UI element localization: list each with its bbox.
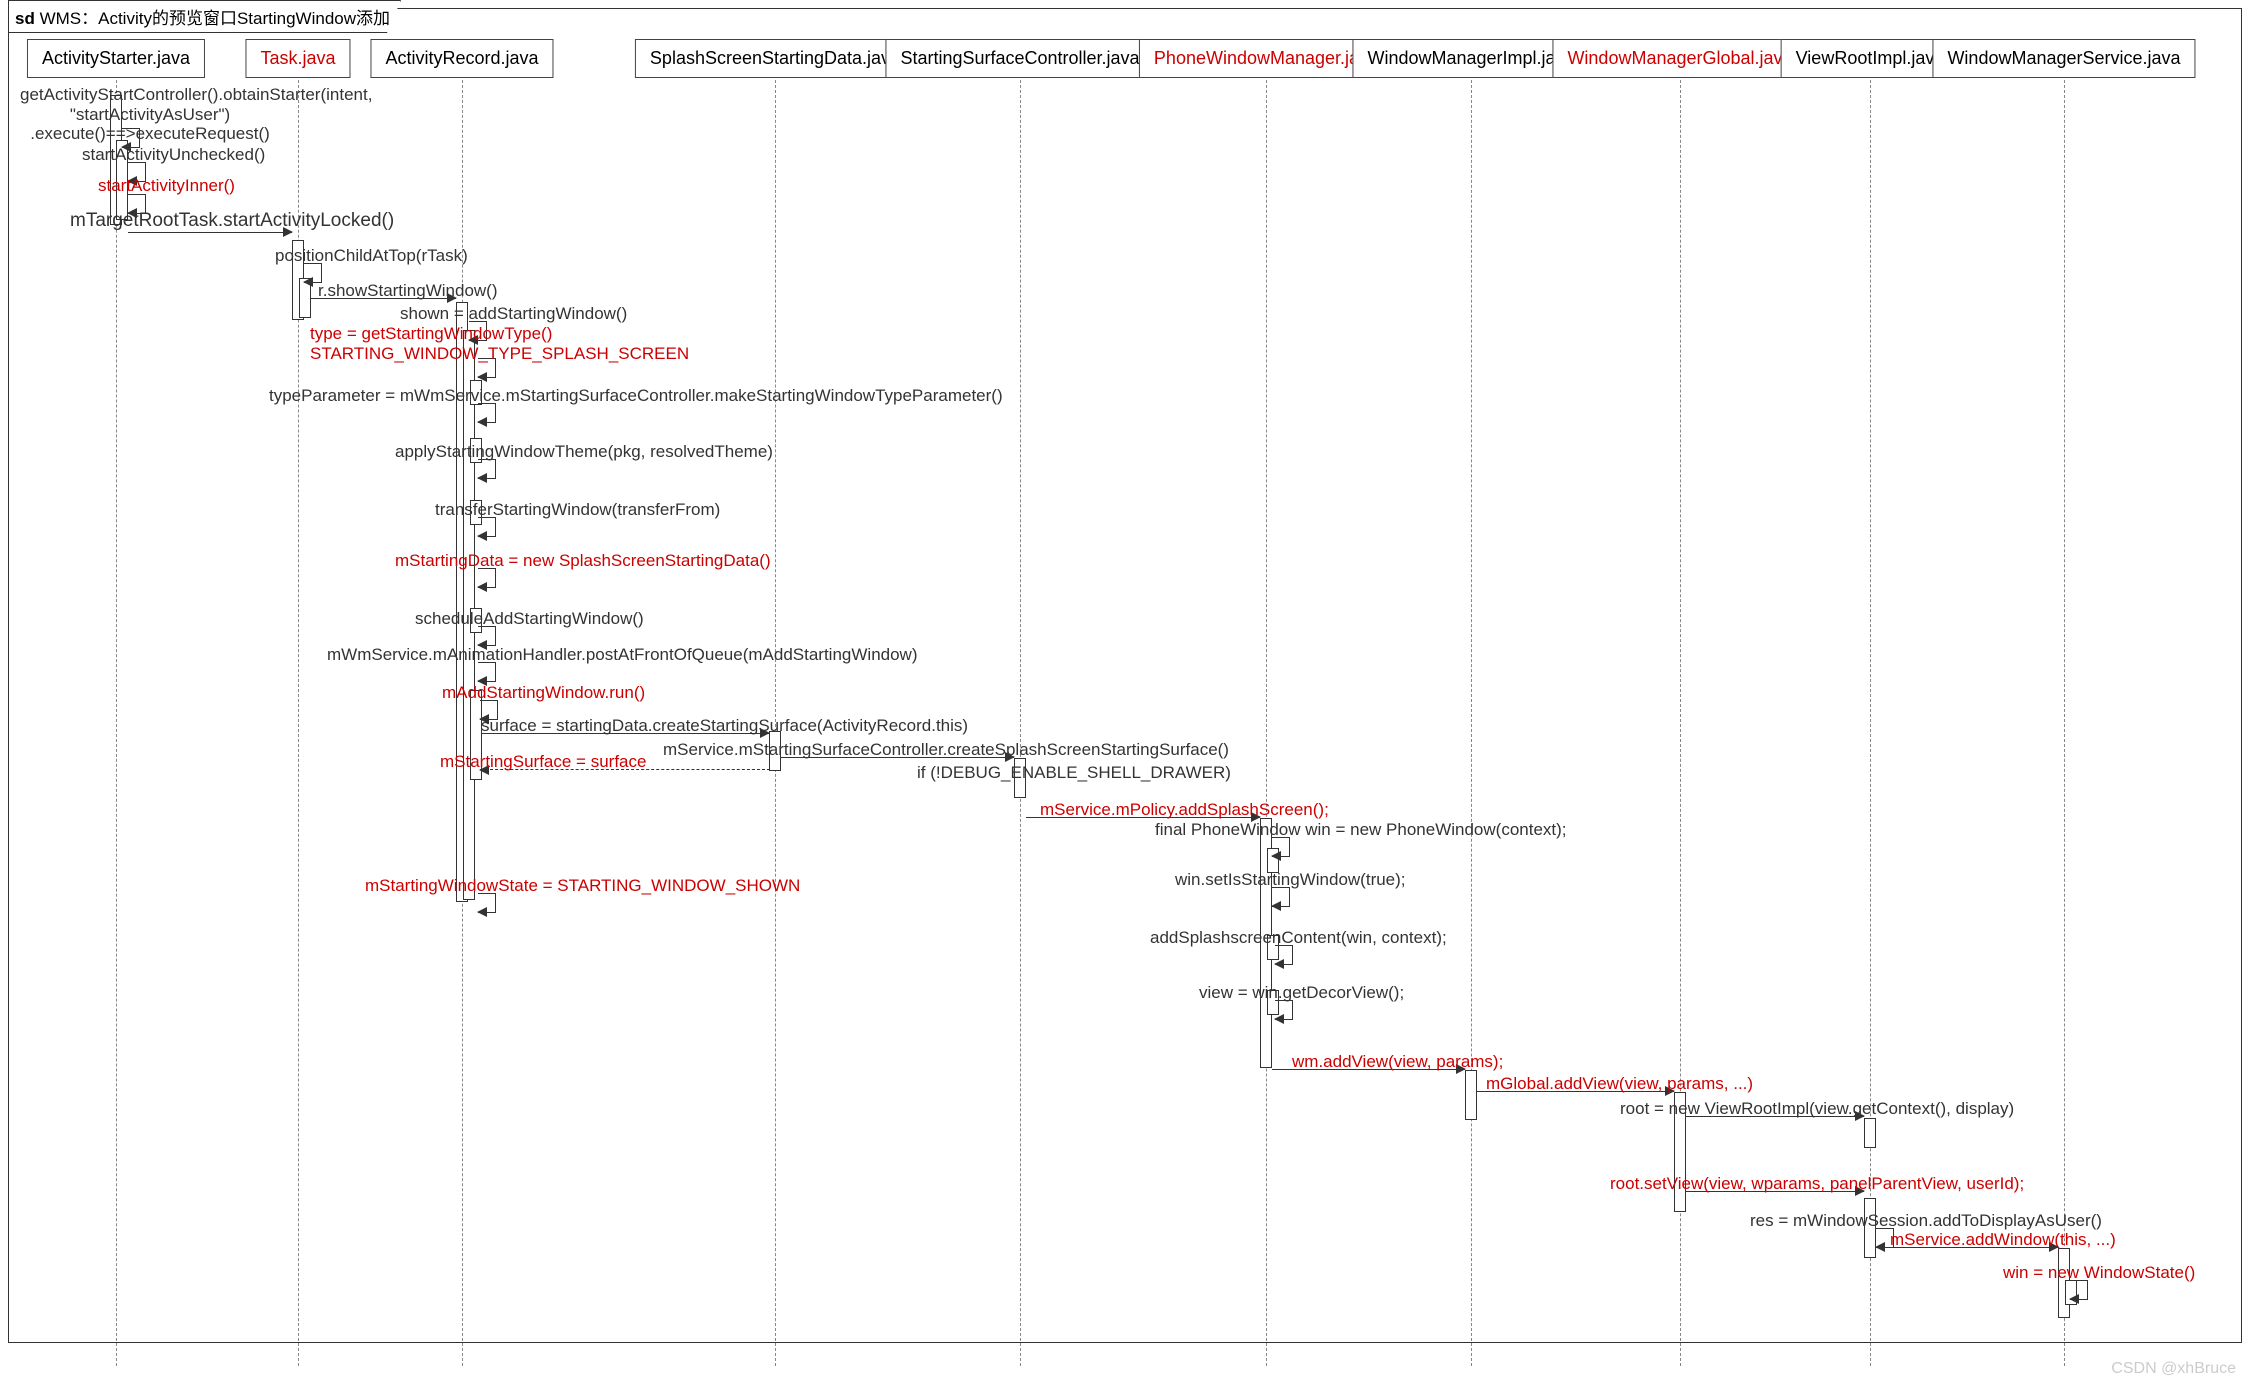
participant-activity-record: ActivityRecord.java bbox=[370, 39, 553, 78]
participant-splash-data: SplashScreenStartingData.java bbox=[635, 39, 915, 78]
msg11: transferStartingWindow(transferFrom) bbox=[435, 500, 720, 520]
msg10: applyStartingWindowTheme(pkg, resolvedTh… bbox=[395, 442, 773, 462]
msg8: type = getStartingWindowType() STARTING_… bbox=[310, 324, 689, 364]
self10 bbox=[478, 459, 496, 479]
watermark: CSDN @xhBruce bbox=[2111, 1360, 2236, 1378]
msg26: root.setView(view, wparams, panelParentV… bbox=[1610, 1174, 2024, 1194]
msg30: mStartingSurface = surface bbox=[440, 752, 646, 772]
msg14: mWmService.mAnimationHandler.postAtFront… bbox=[327, 645, 918, 665]
msg3: startActivityInner() bbox=[98, 176, 235, 196]
lifeline-phone-window-mgr bbox=[1266, 70, 1267, 1366]
self13 bbox=[478, 626, 496, 646]
self9 bbox=[478, 403, 496, 423]
self20 bbox=[1272, 887, 1290, 907]
lifeline-window-mgr-service bbox=[2064, 70, 2065, 1366]
participant-task: Task.java bbox=[245, 39, 350, 78]
msg28: mService.addWindow(this, ...) bbox=[1890, 1230, 2116, 1250]
title-prefix: sd bbox=[15, 9, 35, 28]
msg29: win = new WindowState() bbox=[2003, 1263, 2195, 1283]
msg27: res = mWindowSession.addToDisplayAsUser(… bbox=[1750, 1211, 2102, 1231]
msg9: typeParameter = mWmService.mStartingSurf… bbox=[269, 386, 1003, 406]
self31 bbox=[478, 893, 496, 913]
participant-activity-starter: ActivityStarter.java bbox=[27, 39, 205, 78]
msg16: surface = startingData.createStartingSur… bbox=[481, 716, 968, 736]
msg12: mStartingData = new SplashScreenStarting… bbox=[395, 551, 771, 571]
msg5: positionChildAtTop(rTask) bbox=[275, 246, 468, 266]
self12 bbox=[478, 568, 496, 588]
msg15: mAddStartingWindow.run() bbox=[442, 683, 645, 703]
participant-surface-controller: StartingSurfaceController.java bbox=[885, 39, 1154, 78]
msg22: view = win.getDecorView(); bbox=[1199, 983, 1404, 1003]
msg2: startActivityUnchecked() bbox=[82, 145, 265, 165]
self14 bbox=[478, 662, 496, 682]
self5 bbox=[304, 263, 322, 283]
msg23: wm.addView(view, params); bbox=[1292, 1052, 1503, 1072]
diagram-frame bbox=[8, 8, 2242, 1343]
msg17: mService.mStartingSurfaceController.crea… bbox=[663, 740, 1229, 760]
lifeline-window-mgr-impl bbox=[1471, 70, 1472, 1366]
diagram-title: sd WMS：Activity的预览窗口StartingWindow添加 bbox=[8, 0, 401, 33]
self22 bbox=[1275, 1000, 1293, 1020]
act-wmi bbox=[1465, 1070, 1477, 1120]
arr4 bbox=[128, 232, 292, 233]
self11 bbox=[478, 517, 496, 537]
msg4: mTargetRootTask.startActivityLocked() bbox=[70, 210, 394, 232]
act-vr bbox=[1864, 1118, 1876, 1148]
self29 bbox=[2070, 1280, 2088, 1300]
msg19: mService.mPolicy.addSplashScreen(); bbox=[1040, 800, 1329, 820]
msg7: shown = addStartingWindow() bbox=[400, 304, 627, 324]
msg25: root = new ViewRootImpl(view.getContext(… bbox=[1620, 1099, 2014, 1119]
msg24: mGlobal.addView(view, params, ...) bbox=[1486, 1074, 1753, 1094]
msg19b: final PhoneWindow win = new PhoneWindow(… bbox=[1155, 820, 1567, 840]
msg31: mStartingWindowState = STARTING_WINDOW_S… bbox=[365, 876, 800, 896]
lifeline-view-root bbox=[1870, 70, 1871, 1366]
msg21: addSplashscreenContent(win, context); bbox=[1150, 928, 1447, 948]
msg6: r.showStartingWindow() bbox=[318, 281, 498, 301]
self19b bbox=[1272, 837, 1290, 857]
msg20: win.setIsStartingWindow(true); bbox=[1175, 870, 1406, 890]
msg1: getActivityStartController().obtainStart… bbox=[20, 85, 280, 144]
participant-window-mgr-global: WindowManagerGlobal.java bbox=[1552, 39, 1807, 78]
lifeline-activity-starter bbox=[116, 70, 117, 1366]
self21 bbox=[1275, 945, 1293, 965]
lifeline-surface-controller bbox=[1020, 70, 1021, 1366]
title-text: WMS：Activity的预览窗口StartingWindow添加 bbox=[40, 9, 390, 28]
participant-window-mgr-service: WindowManagerService.java bbox=[1932, 39, 2195, 78]
msg13: scheduleAddStartingWindow() bbox=[415, 609, 644, 629]
msg18: if (!DEBUG_ENABLE_SHELL_DRAWER) bbox=[917, 763, 1231, 783]
